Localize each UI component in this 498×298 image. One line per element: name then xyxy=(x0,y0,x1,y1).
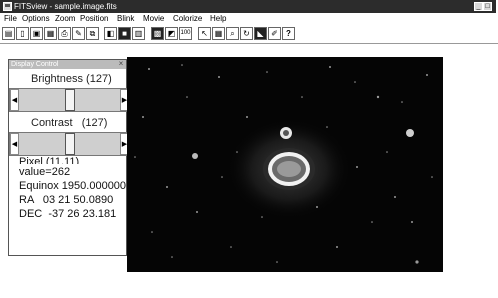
title-bar[interactable]: FITSview - sample.image.fits _ □ × xyxy=(0,0,496,13)
magnify-icon[interactable]: ⌕ xyxy=(226,27,239,40)
print-icon[interactable]: ⎙ xyxy=(58,27,71,40)
brightness-label-text: Brightness xyxy=(31,73,83,85)
menu-bar: File Options Zoom Position Blink Movie C… xyxy=(0,13,498,25)
star-left xyxy=(192,153,198,159)
contrast-icon[interactable]: ■ xyxy=(118,27,131,40)
blink-icon[interactable]: ◩ xyxy=(165,27,178,40)
brightness-slider[interactable]: ◀ ▶ xyxy=(9,88,130,112)
menu-position[interactable]: Position xyxy=(80,13,108,25)
brightness-value: (127) xyxy=(86,73,112,85)
histogram-icon[interactable]: ▦ xyxy=(212,27,225,40)
window-title: FITSview - sample.image.fits xyxy=(14,2,117,11)
refresh-icon[interactable]: ↻ xyxy=(240,27,253,40)
edit-icon[interactable]: ✎ xyxy=(72,27,85,40)
declination: DEC -37 26 23.181 xyxy=(19,208,117,220)
open-icon[interactable]: ▤ xyxy=(2,27,15,40)
pointer-icon[interactable]: ↖ xyxy=(198,27,211,40)
menu-blink[interactable]: Blink xyxy=(117,13,134,25)
display-control-title: Display Control xyxy=(11,61,59,68)
contrast-slider[interactable]: ◀ ▶ xyxy=(9,132,130,156)
brightness-label: Brightness (127) xyxy=(31,73,112,85)
display-control-panel: Display Control × Brightness (127) ◀ ▶ C… xyxy=(8,59,130,256)
menu-colorize[interactable]: Colorize xyxy=(173,13,202,25)
pixel-coordinates-text: Pixel (11,11) xyxy=(19,156,80,164)
star-right xyxy=(406,129,414,137)
contrast-left-arrow-icon[interactable]: ◀ xyxy=(10,133,19,155)
galaxy-core xyxy=(277,161,301,177)
new-icon[interactable]: ▯ xyxy=(16,27,29,40)
contrast-label: Contrast (127) xyxy=(31,117,107,129)
pixel-coordinates: Pixel (11,11) xyxy=(19,156,79,164)
fits-image xyxy=(127,57,443,272)
draw-icon[interactable]: ✐ xyxy=(268,27,281,40)
zoom-100-icon[interactable]: 100 xyxy=(179,27,192,40)
info-icon[interactable]: ▦ xyxy=(44,27,57,40)
film-icon[interactable]: ▩ xyxy=(151,27,164,40)
save-icon[interactable]: ▣ xyxy=(30,27,43,40)
brightness-slider-thumb[interactable] xyxy=(64,89,75,111)
bright-star-core xyxy=(283,130,289,136)
invert-icon[interactable]: ◣ xyxy=(254,27,267,40)
menu-zoom[interactable]: Zoom xyxy=(55,13,75,25)
equinox: Equinox 1950.000000 xyxy=(19,180,127,192)
colorbar-icon[interactable]: ▥ xyxy=(132,27,145,40)
grayscale-icon[interactable]: ◧ xyxy=(104,27,117,40)
menu-movie[interactable]: Movie xyxy=(143,13,164,25)
fitsview-window: FITSview - sample.image.fits _ □ × File … xyxy=(0,0,498,298)
contrast-label-text: Contrast xyxy=(31,117,73,129)
pixel-value: value=262 xyxy=(19,166,71,178)
app-icon[interactable] xyxy=(3,2,12,11)
contrast-value: (127) xyxy=(81,117,108,129)
help-icon[interactable]: ? xyxy=(282,27,295,40)
close-icon[interactable]: × xyxy=(117,60,125,68)
brightness-left-arrow-icon[interactable]: ◀ xyxy=(10,89,19,111)
contrast-slider-thumb[interactable] xyxy=(64,133,75,155)
minimize-button[interactable]: _ xyxy=(474,2,483,11)
menu-options[interactable]: Options xyxy=(22,13,50,25)
right-ascension: RA 03 21 50.0890 xyxy=(19,194,114,206)
toolbar: ▤ ▯ ▣ ▦ ⎙ ✎ ⧉ ◧ ■ ▥ ▩ ◩ 100 ↖ ▦ ⌕ ↻ ◣ ✐ … xyxy=(0,26,498,44)
copy-icon[interactable]: ⧉ xyxy=(86,27,99,40)
display-control-title-bar[interactable]: Display Control × xyxy=(9,60,126,69)
menu-help[interactable]: Help xyxy=(210,13,226,25)
fits-image-canvas[interactable] xyxy=(127,57,443,272)
menu-file[interactable]: File xyxy=(4,13,17,25)
maximize-button[interactable]: □ xyxy=(483,2,492,11)
